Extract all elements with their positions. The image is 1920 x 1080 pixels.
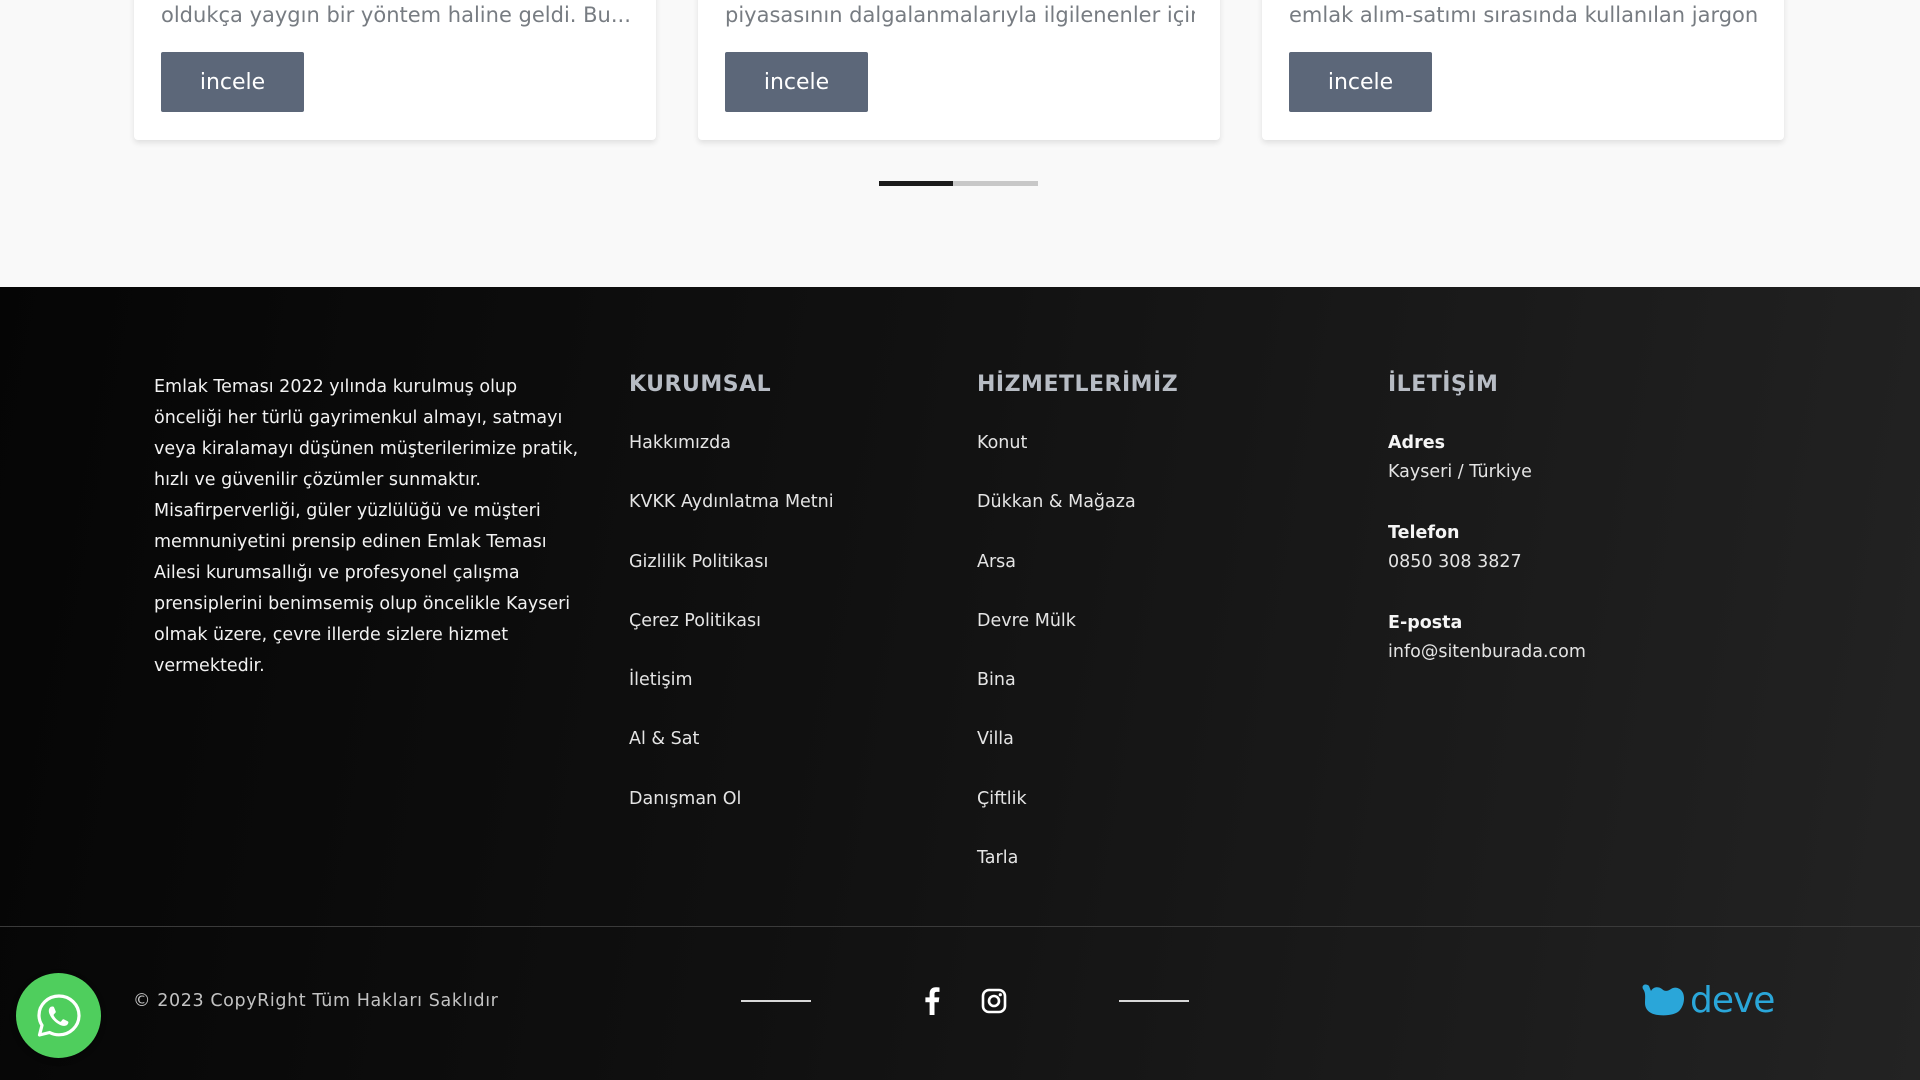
- footer-link-gizlilik[interactable]: Gizlilik Politikası: [629, 552, 768, 572]
- camel-icon: [1642, 984, 1684, 1016]
- footer-kurumsal-title: KURUMSAL: [629, 372, 772, 397]
- whatsapp-button[interactable]: [16, 973, 101, 1058]
- contact-phone: Telefon 0850 308 3827: [1388, 521, 1748, 611]
- instagram-icon-glyph: [981, 988, 1007, 1014]
- footer-link-bina[interactable]: Bina: [977, 670, 1016, 690]
- card-incele-button[interactable]: incele: [1289, 52, 1432, 112]
- brand-name: deve: [1690, 979, 1775, 1021]
- blog-card: oldukça yaygın bir yöntem haline geldi. …: [134, 0, 656, 140]
- card-incele-button[interactable]: incele: [725, 52, 868, 112]
- footer-link-iletisim[interactable]: İletişim: [629, 670, 693, 690]
- contact-email-value[interactable]: info@sitenburada.com: [1388, 635, 1748, 669]
- decorative-line-right: [1119, 1000, 1189, 1002]
- card-excerpt: piyasasının dalgalanmalarıyla ilgilenenl…: [725, 3, 1195, 27]
- footer-link-al-sat[interactable]: Al & Sat: [629, 729, 699, 749]
- contact-address: Adres Kayseri / Türkiye: [1388, 431, 1748, 521]
- blog-card: emlak alım-satımı sırasında kullanılan j…: [1262, 0, 1784, 140]
- footer-hizmetler-list: Konut Dükkan & Mağaza Arsa Devre Mülk Bi…: [977, 431, 1136, 905]
- footer-link-dukkan-magaza[interactable]: Dükkan & Mağaza: [977, 492, 1136, 512]
- copyright-text: © 2023 CopyRight Tüm Hakları Saklıdır: [133, 991, 499, 1011]
- facebook-icon-glyph: [925, 987, 940, 1015]
- footer-kurumsal-list: Hakkımızda KVKK Aydınlatma Metni Gizlili…: [629, 431, 834, 846]
- footer-link-kvkk[interactable]: KVKK Aydınlatma Metni: [629, 492, 834, 512]
- blog-cards-section: oldukça yaygın bir yöntem haline geldi. …: [0, 0, 1920, 287]
- footer-link-devre-mulk[interactable]: Devre Mülk: [977, 611, 1076, 631]
- decorative-line-left: [741, 1000, 811, 1002]
- footer-about-text: Emlak Teması 2022 yılında kurulmuş olup …: [154, 377, 579, 676]
- footer-iletisim-title: İLETİŞİM: [1388, 372, 1499, 397]
- card-excerpt: oldukça yaygın bir yöntem haline geldi. …: [161, 3, 631, 27]
- footer-link-villa[interactable]: Villa: [977, 729, 1014, 749]
- facebook-icon[interactable]: [912, 981, 952, 1021]
- footer-link-arsa[interactable]: Arsa: [977, 552, 1016, 572]
- contact-address-value: Kayseri / Türkiye: [1388, 462, 1532, 482]
- footer-link-danisman-ol[interactable]: Danışman Ol: [629, 789, 741, 809]
- footer-link-ciftlik[interactable]: Çiftlik: [977, 789, 1027, 809]
- instagram-icon[interactable]: [974, 981, 1014, 1021]
- footer-link-tarla[interactable]: Tarla: [977, 848, 1018, 868]
- footer-contact: Adres Kayseri / Türkiye Telefon 0850 308…: [1388, 431, 1748, 701]
- contact-email-label: E-posta: [1388, 613, 1463, 633]
- footer-link-cerez[interactable]: Çerez Politikası: [629, 611, 761, 631]
- blog-card: piyasasının dalgalanmalarıyla ilgilenenl…: [698, 0, 1220, 140]
- whatsapp-icon: [36, 993, 81, 1037]
- pagination-segment[interactable]: [953, 181, 1038, 186]
- card-incele-button[interactable]: incele: [161, 52, 304, 112]
- contact-phone-label: Telefon: [1388, 523, 1460, 543]
- pagination-segment-active[interactable]: [879, 181, 953, 186]
- carousel-pagination: [879, 181, 1038, 186]
- footer-divider: [0, 926, 1920, 927]
- footer-link-hakkimizda[interactable]: Hakkımızda: [629, 433, 731, 453]
- card-excerpt: emlak alım-satımı sırasında kullanılan j…: [1289, 3, 1759, 27]
- contact-email: E-posta info@sitenburada.com: [1388, 611, 1748, 701]
- footer-link-konut[interactable]: Konut: [977, 433, 1027, 453]
- brand-logo[interactable]: deve: [1640, 979, 1782, 1021]
- contact-address-label: Adres: [1388, 433, 1445, 453]
- footer-hizmetler-title: HİZMETLERİMİZ: [977, 372, 1179, 397]
- site-footer: Emlak Teması 2022 yılında kurulmuş olup …: [0, 287, 1920, 1080]
- contact-phone-value[interactable]: 0850 308 3827: [1388, 545, 1748, 579]
